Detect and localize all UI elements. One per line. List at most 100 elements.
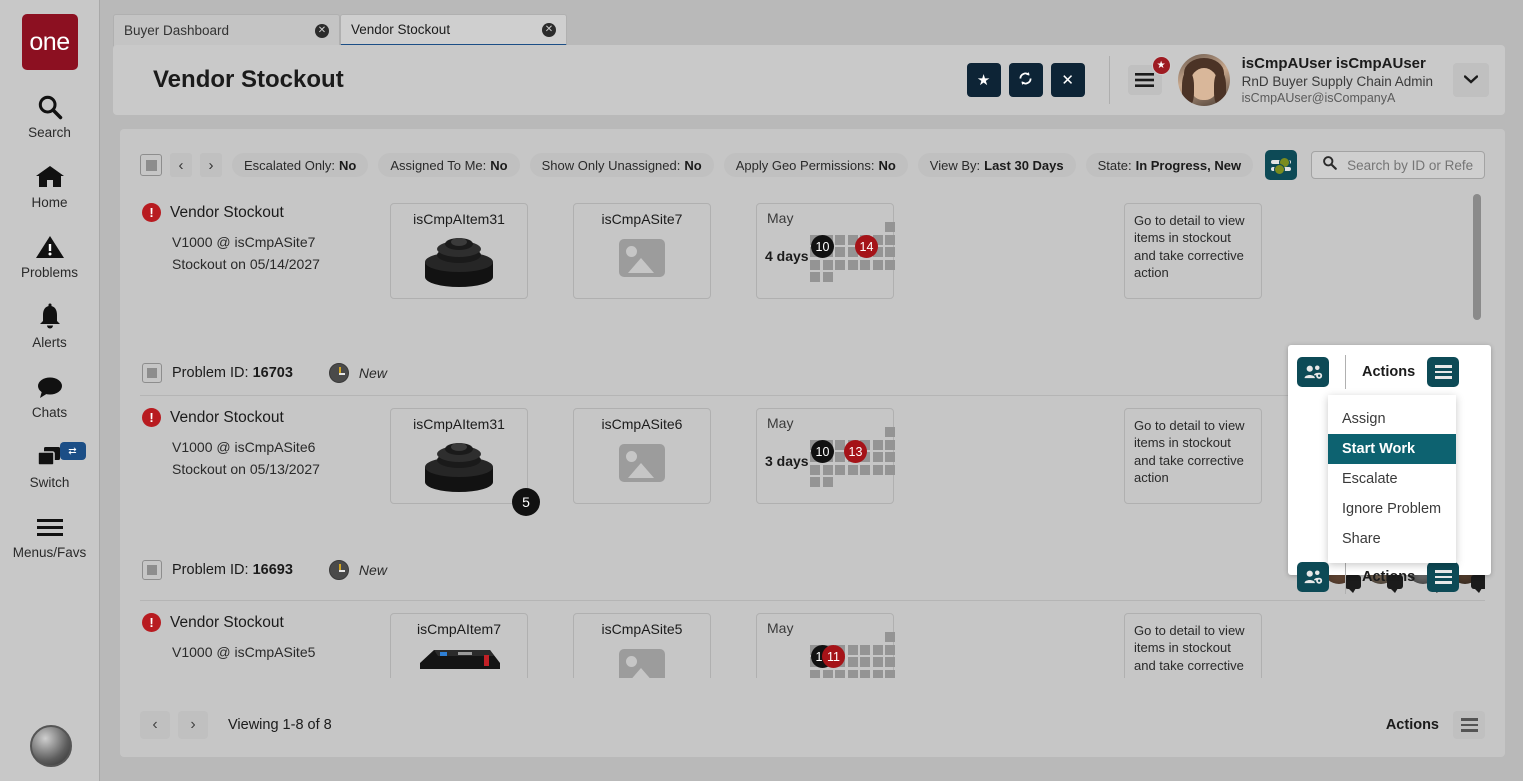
help-assistant-avatar[interactable] xyxy=(30,725,72,767)
filter-label: Apply Geo Permissions: xyxy=(735,157,875,173)
search-input[interactable] xyxy=(1347,157,1474,173)
footer-actions-label[interactable]: Actions xyxy=(1386,717,1439,733)
filter-bar: ‹ › Escalated Only: No Assigned To Me: N… xyxy=(120,143,1505,187)
card-actions-row: Actions xyxy=(1297,355,1460,389)
card-line2: Stockout on 05/14/2027 xyxy=(172,255,320,272)
menu-item-escalate[interactable]: Escalate xyxy=(1328,464,1456,494)
filter-chip-state[interactable]: State: In Progress, New xyxy=(1085,153,1254,177)
footer-prev-page-button[interactable]: ‹ xyxy=(140,711,170,739)
card-line2: Stockout on 05/13/2027 xyxy=(172,460,320,477)
filter-chip-apply-geo-permissions[interactable]: Apply Geo Permissions: No xyxy=(723,153,908,177)
item-thumbnail[interactable]: isCmpAItem7 xyxy=(390,613,528,678)
prev-page-button[interactable]: ‹ xyxy=(170,153,192,177)
sidebar-item-home[interactable]: Home xyxy=(0,160,100,210)
tab-vendor-stockout[interactable]: Vendor Stockout ✕ xyxy=(340,14,567,46)
sidebar-item-label: Menus/Favs xyxy=(12,545,87,560)
menu-item-label: Assign xyxy=(1342,411,1386,427)
menu-item-assign[interactable]: Assign xyxy=(1328,404,1456,434)
calendar-start-marker: 10 xyxy=(811,235,834,258)
bushing-image xyxy=(421,231,497,294)
header-menu-button[interactable]: ★ xyxy=(1127,56,1171,95)
filter-chip-view-by[interactable]: View By: Last 30 Days xyxy=(917,153,1076,177)
app-root: one Search Home Problems Alerts Chats ⇄ … xyxy=(0,0,1523,781)
refresh-icon xyxy=(1017,70,1034,91)
filter-label: State: xyxy=(1097,157,1132,173)
tab-label: Buyer Dashboard xyxy=(124,23,230,38)
site-thumbnail[interactable]: isCmpASite6 xyxy=(573,408,711,504)
list-footer: ‹ › Viewing 1-8 of 8 Actions xyxy=(140,707,1485,743)
duration-calendar: May 10 11 xyxy=(756,613,895,678)
user-name: isCmpAUser isCmpAUser xyxy=(1241,54,1426,72)
list-item[interactable]: ! Vendor Stockout V1000 @ isCmpASite5 is… xyxy=(140,601,1485,678)
warning-triangle-icon xyxy=(35,230,65,264)
favorite-button[interactable]: ★ xyxy=(966,63,1001,97)
list-scrollbar-thumb[interactable] xyxy=(1473,194,1481,320)
filter-label: Show Only Unassigned: xyxy=(541,157,681,173)
menu-item-ignore-problem[interactable]: Ignore Problem xyxy=(1328,494,1456,524)
site-label: isCmpASite6 xyxy=(601,416,683,432)
app-logo[interactable]: one xyxy=(21,14,78,70)
chat-bubble-icon xyxy=(35,370,65,404)
avatar[interactable] xyxy=(1177,54,1230,106)
sidebar-item-search[interactable]: Search xyxy=(0,90,100,140)
assign-people-button[interactable] xyxy=(1297,357,1329,387)
menu-item-label: Ignore Problem xyxy=(1342,501,1442,517)
problem-id-value: 16703 xyxy=(252,365,293,381)
card-actions-menu-button[interactable] xyxy=(1427,562,1460,592)
list-item[interactable]: ! Vendor Stockout V1000 @ isCmpASite7 St… xyxy=(140,191,1485,396)
sidebar-item-switch[interactable]: ⇄ Switch xyxy=(0,440,100,490)
sidebar-item-label: Switch xyxy=(29,475,70,490)
swap-arrows-icon[interactable]: ⇄ xyxy=(59,442,86,460)
item-thumbnail[interactable]: isCmpAItem31 xyxy=(390,203,528,299)
card-footer: Problem ID: 16693 New xyxy=(140,552,1485,593)
menu-item-share[interactable]: Share xyxy=(1328,524,1456,554)
card-actions-label[interactable]: Actions xyxy=(1362,364,1415,380)
sidebar-item-problems[interactable]: Problems xyxy=(0,230,100,280)
site-thumbnail[interactable]: isCmpASite7 xyxy=(573,203,711,299)
card-actions-menu-button[interactable] xyxy=(1427,357,1460,387)
card-actions-label[interactable]: Actions xyxy=(1362,569,1415,585)
menu-item-start-work[interactable]: Start Work xyxy=(1328,434,1456,464)
problem-list: ! Vendor Stockout V1000 @ isCmpASite7 St… xyxy=(140,191,1485,678)
close-icon[interactable]: ✕ xyxy=(542,22,556,37)
bell-icon xyxy=(37,300,63,334)
next-page-button[interactable]: › xyxy=(200,153,222,177)
select-all-checkbox[interactable] xyxy=(140,154,162,176)
filter-settings-button[interactable] xyxy=(1265,150,1298,180)
sidebar-item-chats[interactable]: Chats xyxy=(0,370,100,420)
site-thumbnail[interactable]: isCmpASite5 xyxy=(573,613,711,678)
sidebar-item-alerts[interactable]: Alerts xyxy=(0,300,100,350)
row-checkbox[interactable] xyxy=(142,560,162,580)
problem-id-label: Problem ID: xyxy=(172,562,249,578)
list-item[interactable]: ! Vendor Stockout V1000 @ isCmpASite6 St… xyxy=(140,396,1485,601)
assign-people-button[interactable] xyxy=(1297,562,1329,592)
card-summary: ! Vendor Stockout V1000 @ isCmpASite7 St… xyxy=(140,203,385,275)
filter-chip-escalated-only[interactable]: Escalated Only: No xyxy=(232,153,369,177)
sidebar-item-menus-favs[interactable]: Menus/Favs xyxy=(0,510,100,560)
page-title: Vendor Stockout xyxy=(153,66,344,93)
card-title: Vendor Stockout xyxy=(170,408,284,426)
close-page-button[interactable]: ✕ xyxy=(1050,63,1085,97)
alert-icon: ! xyxy=(142,408,161,427)
slider-icon xyxy=(1271,157,1292,168)
user-menu-button[interactable] xyxy=(1453,63,1489,97)
tab-buyer-dashboard[interactable]: Buyer Dashboard ✕ xyxy=(113,14,340,46)
filter-value: No xyxy=(684,157,702,173)
footer-next-page-button[interactable]: › xyxy=(178,711,208,739)
close-icon[interactable]: ✕ xyxy=(315,23,329,38)
filter-chip-assigned-to-me[interactable]: Assigned To Me: No xyxy=(378,153,520,177)
search-icon xyxy=(1322,155,1337,175)
tab-strip: Buyer Dashboard ✕ Vendor Stockout ✕ xyxy=(113,14,567,46)
bushing-image xyxy=(421,436,497,499)
row-checkbox[interactable] xyxy=(142,363,162,383)
placeholder-image-icon xyxy=(619,239,665,277)
viewing-count: Viewing 1-8 of 8 xyxy=(228,717,332,733)
footer-actions-menu-button[interactable] xyxy=(1453,711,1485,739)
item-label: isCmpAItem31 xyxy=(413,416,505,432)
search-box[interactable] xyxy=(1311,151,1485,179)
filter-chip-show-only-unassigned[interactable]: Show Only Unassigned: No xyxy=(529,153,714,177)
device-image xyxy=(414,641,504,678)
refresh-button[interactable] xyxy=(1008,63,1043,97)
item-thumbnail[interactable]: isCmpAItem31 xyxy=(390,408,540,516)
card-title: Vendor Stockout xyxy=(170,203,284,221)
